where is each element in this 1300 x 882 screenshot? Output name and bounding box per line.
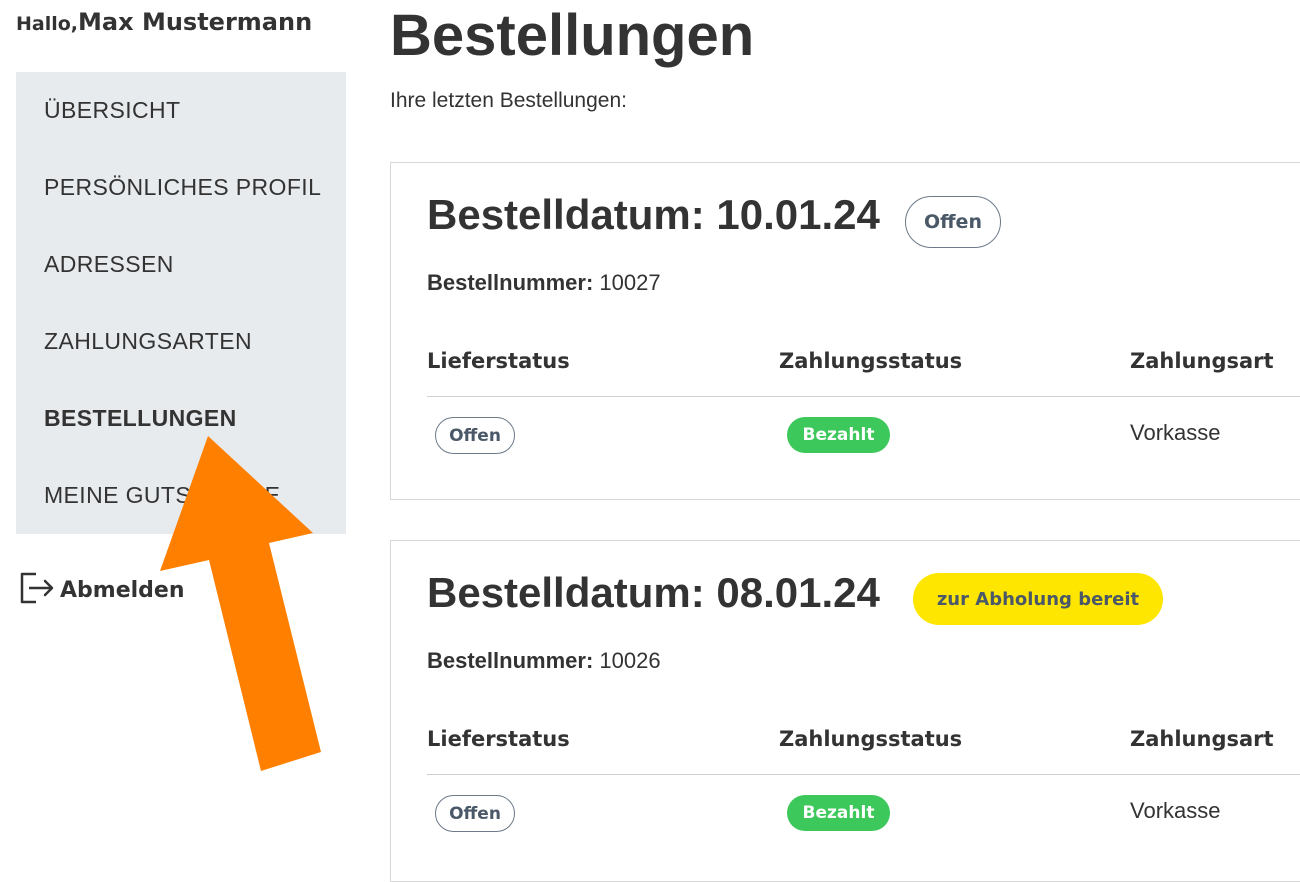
- table-divider: [427, 774, 1300, 775]
- payment-method: Vorkasse: [1130, 420, 1221, 445]
- order-date: Bestelldatum: 08.01.24: [427, 569, 880, 616]
- column-header-zahlungsstatus: Zahlungsstatus: [779, 349, 963, 373]
- order-number-value: 10027: [599, 270, 661, 295]
- order-card: Bestelldatum: 08.01.24 zur Abholung bere…: [390, 540, 1300, 882]
- sidebar-item-zahlungsarten[interactable]: ZAHLUNGSARTEN: [44, 328, 252, 355]
- logout-label: Abmelden: [60, 577, 185, 603]
- sidebar-item-adressen[interactable]: ADRESSEN: [44, 251, 174, 278]
- delivery-status-badge: Offen: [435, 795, 515, 832]
- greeting-name: Max Mustermann: [78, 8, 313, 36]
- sidebar-item-profil[interactable]: PERSÖNLICHES PROFIL: [44, 174, 321, 201]
- payment-status-badge: Bezahlt: [787, 417, 890, 453]
- order-status-badge: zur Abholung bereit: [913, 573, 1163, 625]
- payment-status-badge: Bezahlt: [787, 795, 890, 831]
- order-number: Bestellnummer: 10027: [427, 270, 661, 296]
- column-header-zahlungsstatus: Zahlungsstatus: [779, 727, 963, 751]
- order-number-key: Bestellnummer:: [427, 648, 594, 673]
- order-date: Bestelldatum: 10.01.24: [427, 191, 880, 238]
- delivery-status-badge: Offen: [435, 417, 515, 454]
- order-status-badge: Offen: [905, 196, 1001, 248]
- logout-button[interactable]: Abmelden: [16, 570, 185, 610]
- sidebar-item-gutscheine[interactable]: MEINE GUTSCHEINE: [44, 482, 280, 509]
- payment-method: Vorkasse: [1130, 798, 1221, 823]
- page-title: Bestellungen: [390, 3, 755, 68]
- account-sidebar: ÜBERSICHT PERSÖNLICHES PROFIL ADRESSEN Z…: [16, 72, 346, 534]
- order-number: Bestellnummer: 10026: [427, 648, 661, 674]
- logout-icon: [16, 568, 56, 613]
- greeting-hello: Hallo,: [16, 13, 79, 35]
- sidebar-item-uebersicht[interactable]: ÜBERSICHT: [44, 97, 181, 124]
- sidebar-item-bestellungen[interactable]: BESTELLUNGEN: [44, 405, 237, 432]
- column-header-lieferstatus: Lieferstatus: [427, 349, 570, 373]
- order-card: Bestelldatum: 10.01.24 Offen Bestellnumm…: [390, 162, 1300, 500]
- order-number-key: Bestellnummer:: [427, 270, 594, 295]
- column-header-zahlungsart: Zahlungsart: [1130, 349, 1274, 373]
- table-divider: [427, 396, 1300, 397]
- column-header-lieferstatus: Lieferstatus: [427, 727, 570, 751]
- page-subtitle: Ihre letzten Bestellungen:: [390, 89, 627, 112]
- column-header-zahlungsart: Zahlungsart: [1130, 727, 1274, 751]
- greeting: Hallo,Max Mustermann: [16, 8, 312, 36]
- order-number-value: 10026: [599, 648, 661, 673]
